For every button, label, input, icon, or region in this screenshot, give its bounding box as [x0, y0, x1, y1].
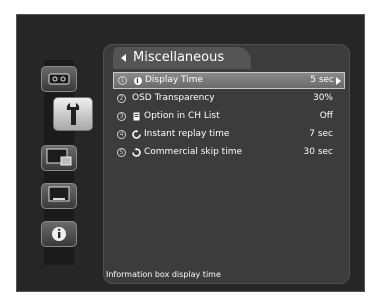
sidebar-item-monitor[interactable] [41, 183, 77, 209]
replay-icon [132, 130, 141, 139]
menu-item-ch-list-option[interactable]: 3 Option in CH List Off [113, 108, 345, 125]
item-number-badge: 3 [117, 112, 126, 121]
menu-item-value: 5 sec [310, 75, 334, 85]
menu-item-osd-transparency[interactable]: 2 OSD Transparency 30% [113, 90, 345, 107]
item-number-badge: 4 [117, 130, 126, 139]
item-number-badge: 5 [117, 148, 126, 157]
chevron-right-icon[interactable] [336, 77, 341, 85]
sidebar-item-display[interactable] [41, 145, 77, 171]
wrench-icon [66, 103, 80, 125]
settings-menu: 1 i Display Time 5 sec 2 OSD Transparenc… [113, 72, 345, 162]
video-icon [48, 73, 70, 85]
menu-item-label: OSD Transparency [132, 93, 215, 103]
menu-item-commercial-skip[interactable]: 5 Commercial skip time 30 sec [113, 144, 345, 161]
document-icon [132, 112, 141, 121]
sidebar-item-settings[interactable] [53, 97, 93, 131]
menu-item-label: Display Time [145, 75, 204, 85]
info-icon: i [133, 76, 142, 85]
item-number-badge: 1 [118, 76, 127, 85]
sidebar-item-video[interactable] [41, 66, 77, 92]
menu-item-label: Option in CH List [144, 111, 220, 121]
menu-item-value: 30% [312, 93, 333, 103]
menu-item-value: 30 sec [303, 147, 334, 157]
menu-item-value: 7 sec [309, 129, 333, 139]
menu-item-instant-replay[interactable]: 4 Instant replay time 7 sec [113, 126, 345, 143]
info-icon [52, 227, 66, 241]
menu-item-label: Instant replay time [144, 129, 230, 139]
item-number-badge: 2 [117, 94, 126, 103]
help-text: Information box display time [106, 270, 221, 279]
sidebar-item-info[interactable] [41, 221, 77, 247]
title-tab[interactable]: Miscellaneous Setting [113, 47, 251, 87]
tv-icon [46, 148, 72, 166]
skip-icon [132, 148, 141, 157]
back-arrow-icon[interactable] [121, 54, 126, 62]
monitor-icon [48, 186, 70, 202]
menu-item-display-time[interactable]: 1 i Display Time 5 sec [113, 72, 345, 89]
menu-item-value: Off [319, 111, 333, 121]
menu-item-label: Commercial skip time [144, 147, 242, 157]
